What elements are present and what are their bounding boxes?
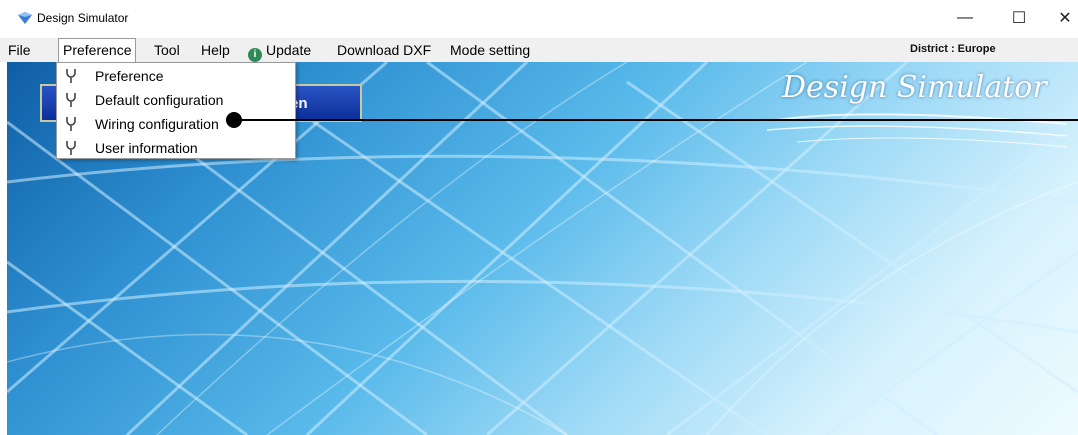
- dropdown-item-user-information[interactable]: User information: [57, 136, 295, 160]
- wrench-icon: [66, 69, 76, 83]
- dropdown-item-label: Default configuration: [95, 92, 224, 108]
- dropdown-item-wiring-configuration[interactable]: Wiring configuration: [57, 112, 295, 136]
- dropdown-item-label: User information: [95, 140, 198, 156]
- callout-line: [236, 119, 1078, 121]
- wrench-icon: [66, 117, 76, 131]
- menu-tool[interactable]: Tool: [150, 38, 184, 62]
- maximize-button[interactable]: ☐: [997, 4, 1041, 32]
- callout-dot: [226, 112, 242, 128]
- menu-file[interactable]: File: [4, 38, 35, 62]
- wrench-icon: [66, 141, 76, 155]
- menu-help[interactable]: Help: [197, 38, 234, 62]
- menu-mode-setting[interactable]: Mode setting: [446, 38, 534, 62]
- dropdown-item-label: Preference: [95, 68, 164, 84]
- design-simulator-logo: Design Simulator: [782, 70, 1047, 105]
- menu-preference[interactable]: Preference: [58, 38, 137, 63]
- dropdown-item-default-configuration[interactable]: Default configuration: [57, 88, 295, 112]
- title-bar: Design Simulator — ☐ ✕: [0, 0, 1078, 36]
- menu-update[interactable]: i Update: [244, 38, 315, 62]
- menu-update-label: Update: [266, 42, 312, 58]
- minimize-button[interactable]: —: [943, 4, 987, 32]
- window-title: Design Simulator: [37, 11, 129, 25]
- dropdown-item-preference[interactable]: Preference: [57, 64, 295, 88]
- menu-download-dxf[interactable]: Download DXF: [333, 38, 435, 62]
- info-icon: i: [248, 48, 262, 62]
- district-label: District : Europe: [910, 43, 996, 55]
- dropdown-item-label: Wiring configuration: [95, 116, 219, 132]
- preference-dropdown-menu: Preference Default configuration Wiring …: [56, 62, 296, 159]
- app-logo-icon: [18, 12, 32, 24]
- close-button[interactable]: ✕: [1043, 4, 1078, 32]
- wrench-icon: [66, 93, 76, 107]
